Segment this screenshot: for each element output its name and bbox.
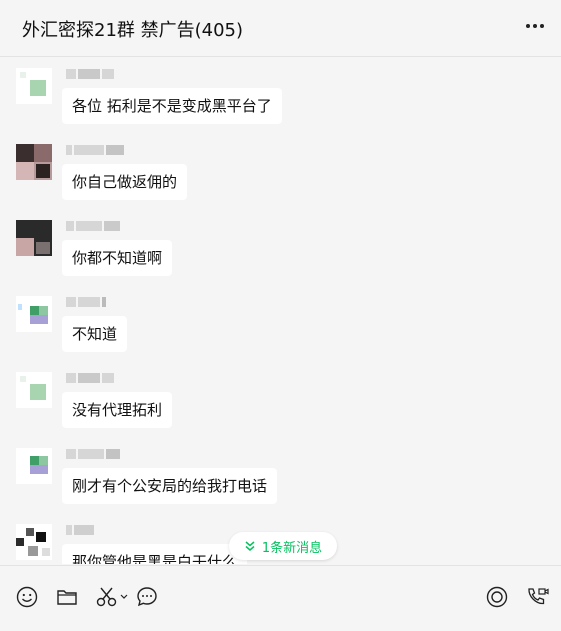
new-message-label: 1条新消息 xyxy=(261,540,323,556)
avatar[interactable] xyxy=(16,68,52,104)
message-bubble[interactable]: 你都不知道啊 xyxy=(62,240,173,276)
message-item: 你都不知道啊 xyxy=(0,214,561,284)
avatar[interactable] xyxy=(16,448,52,484)
sender-name-blurred xyxy=(66,297,126,308)
sender-name-blurred xyxy=(66,221,126,232)
sender-name-blurred xyxy=(66,145,126,156)
avatar[interactable] xyxy=(16,144,52,180)
folder-icon[interactable] xyxy=(54,584,80,610)
message-item: 没有代理拓利 xyxy=(0,366,561,436)
live-icon[interactable] xyxy=(484,584,510,610)
avatar[interactable] xyxy=(16,372,52,408)
phone-video-icon[interactable] xyxy=(524,584,550,610)
sender-name-blurred xyxy=(66,373,126,384)
message-bubble[interactable]: 没有代理拓利 xyxy=(62,392,173,428)
double-chevron-down-icon xyxy=(244,540,256,552)
avatar[interactable] xyxy=(16,220,52,256)
avatar[interactable] xyxy=(16,296,52,332)
chat-bubble-icon[interactable] xyxy=(134,584,160,610)
input-toolbar xyxy=(0,565,561,631)
avatar[interactable] xyxy=(16,524,52,560)
message-bubble[interactable]: 刚才有个公安局的给我打电话 xyxy=(62,468,278,504)
message-item: 不知道 xyxy=(0,290,561,360)
scissors-icon[interactable] xyxy=(94,584,130,610)
message-bubble[interactable]: 你自己做返佣的 xyxy=(62,164,188,200)
chat-header: 外汇密探21群 禁广告(405) xyxy=(0,0,561,57)
sender-name-blurred xyxy=(66,525,126,536)
emoji-icon[interactable] xyxy=(14,584,40,610)
message-bubble[interactable]: 各位 拓利是不是变成黑平台了 xyxy=(62,88,282,124)
sender-name-blurred xyxy=(66,449,126,460)
message-item: 你自己做返佣的 xyxy=(0,138,561,208)
message-bubble[interactable]: 那你管他是黑是白干什么 xyxy=(62,544,248,564)
chat-title: 外汇密探21群 禁广告(405) xyxy=(22,20,244,41)
message-item: 各位 拓利是不是变成黑平台了 xyxy=(0,62,561,132)
new-message-toast[interactable]: 1条新消息 xyxy=(229,532,337,560)
more-options-icon[interactable] xyxy=(523,14,547,38)
message-list[interactable]: 各位 拓利是不是变成黑平台了 你自己做返佣的 你都不知道啊 不知道 没有代理拓利 xyxy=(0,58,561,564)
message-bubble[interactable]: 不知道 xyxy=(62,316,128,352)
message-item: 刚才有个公安局的给我打电话 xyxy=(0,442,561,512)
sender-name-blurred xyxy=(66,69,126,80)
